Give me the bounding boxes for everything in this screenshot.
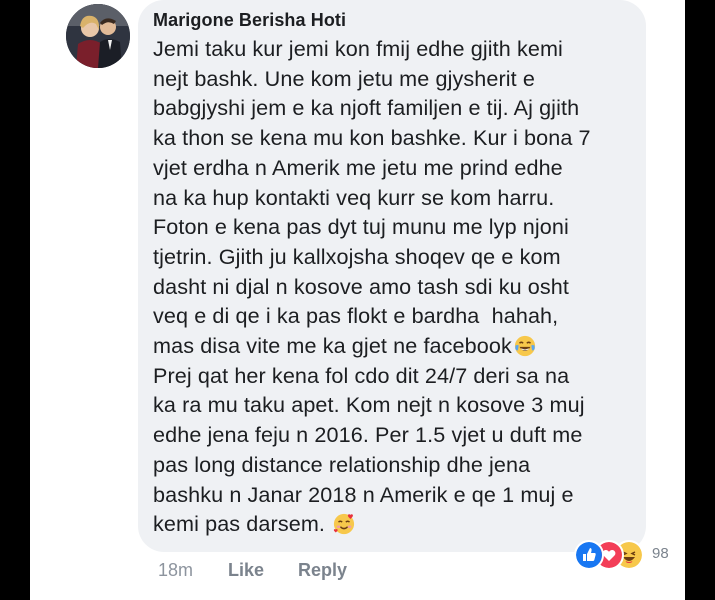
comment-line: babgjyshi jem e ka njoft familjen e tij.…	[153, 95, 580, 121]
comment-line: mas disa vite me ka gjet ne facebook	[153, 333, 512, 359]
facebook-comment-frame: Marigone Berisha Hoti Jemi taku kur jemi…	[30, 0, 685, 600]
comment-line: kemi pas darsem.	[153, 511, 326, 537]
reaction-count: 98	[652, 545, 669, 562]
like-button[interactable]: Like	[228, 560, 264, 581]
comment-line: na ka hup kontakti veq kurr se kom harru…	[153, 184, 555, 210]
comment-line: pas long distance relationship dhe jena	[153, 451, 531, 477]
reply-button[interactable]: Reply	[298, 560, 347, 581]
comment-author[interactable]: Marigone Berisha Hoti	[153, 10, 346, 31]
like-icon	[574, 540, 604, 570]
comment-timestamp[interactable]: 18m	[158, 560, 193, 581]
comment-line: edhe jena feju n 2016. Per 1.5 vjet u du…	[153, 422, 583, 448]
comment-line: nejt bashk. Une kom jetu me gjysherit e	[153, 65, 535, 91]
comment-line: bashku n Janar 2018 n Amerik e qe 1 muj …	[153, 481, 574, 507]
comment-line: tjetrin. Gjith ju kallxojsha shoqev qe e…	[153, 243, 561, 269]
comment-line: ka thon se kena mu kon bashke. Kur i bon…	[153, 125, 591, 151]
comment-line: ka ra mu taku apet. Kom nejt n kosove 3 …	[153, 392, 585, 418]
laughing-tears-emoji-icon	[514, 335, 535, 357]
comment-line-with-emoji: kemi pas darsem.	[153, 509, 633, 539]
comment-line-with-emoji: mas disa vite me ka gjet ne facebook	[153, 331, 633, 361]
comment-line: vjet erdha n Amerik me jetu me prind edh…	[153, 154, 563, 180]
comment-line: Jemi taku kur jemi kon fmij edhe gjith k…	[153, 36, 563, 61]
comment-line: Prej qat her kena fol cdo dit 24/7 deri …	[153, 362, 570, 388]
smiling-hearts-emoji-icon	[334, 514, 355, 535]
comment-line: dasht ni djal n kosove amo tash sdi ku o…	[153, 273, 570, 299]
comment-line: veq e di qe i ka pas flokt e bardha haha…	[153, 303, 559, 329]
comment-line: Foton e kena pas dyt tuj munu me lyp njo…	[153, 214, 569, 240]
reaction-summary[interactable]: 98	[574, 540, 674, 570]
comment-text: Jemi taku kur jemi kon fmij edhe gjith k…	[153, 34, 633, 539]
avatar[interactable]	[66, 4, 130, 68]
